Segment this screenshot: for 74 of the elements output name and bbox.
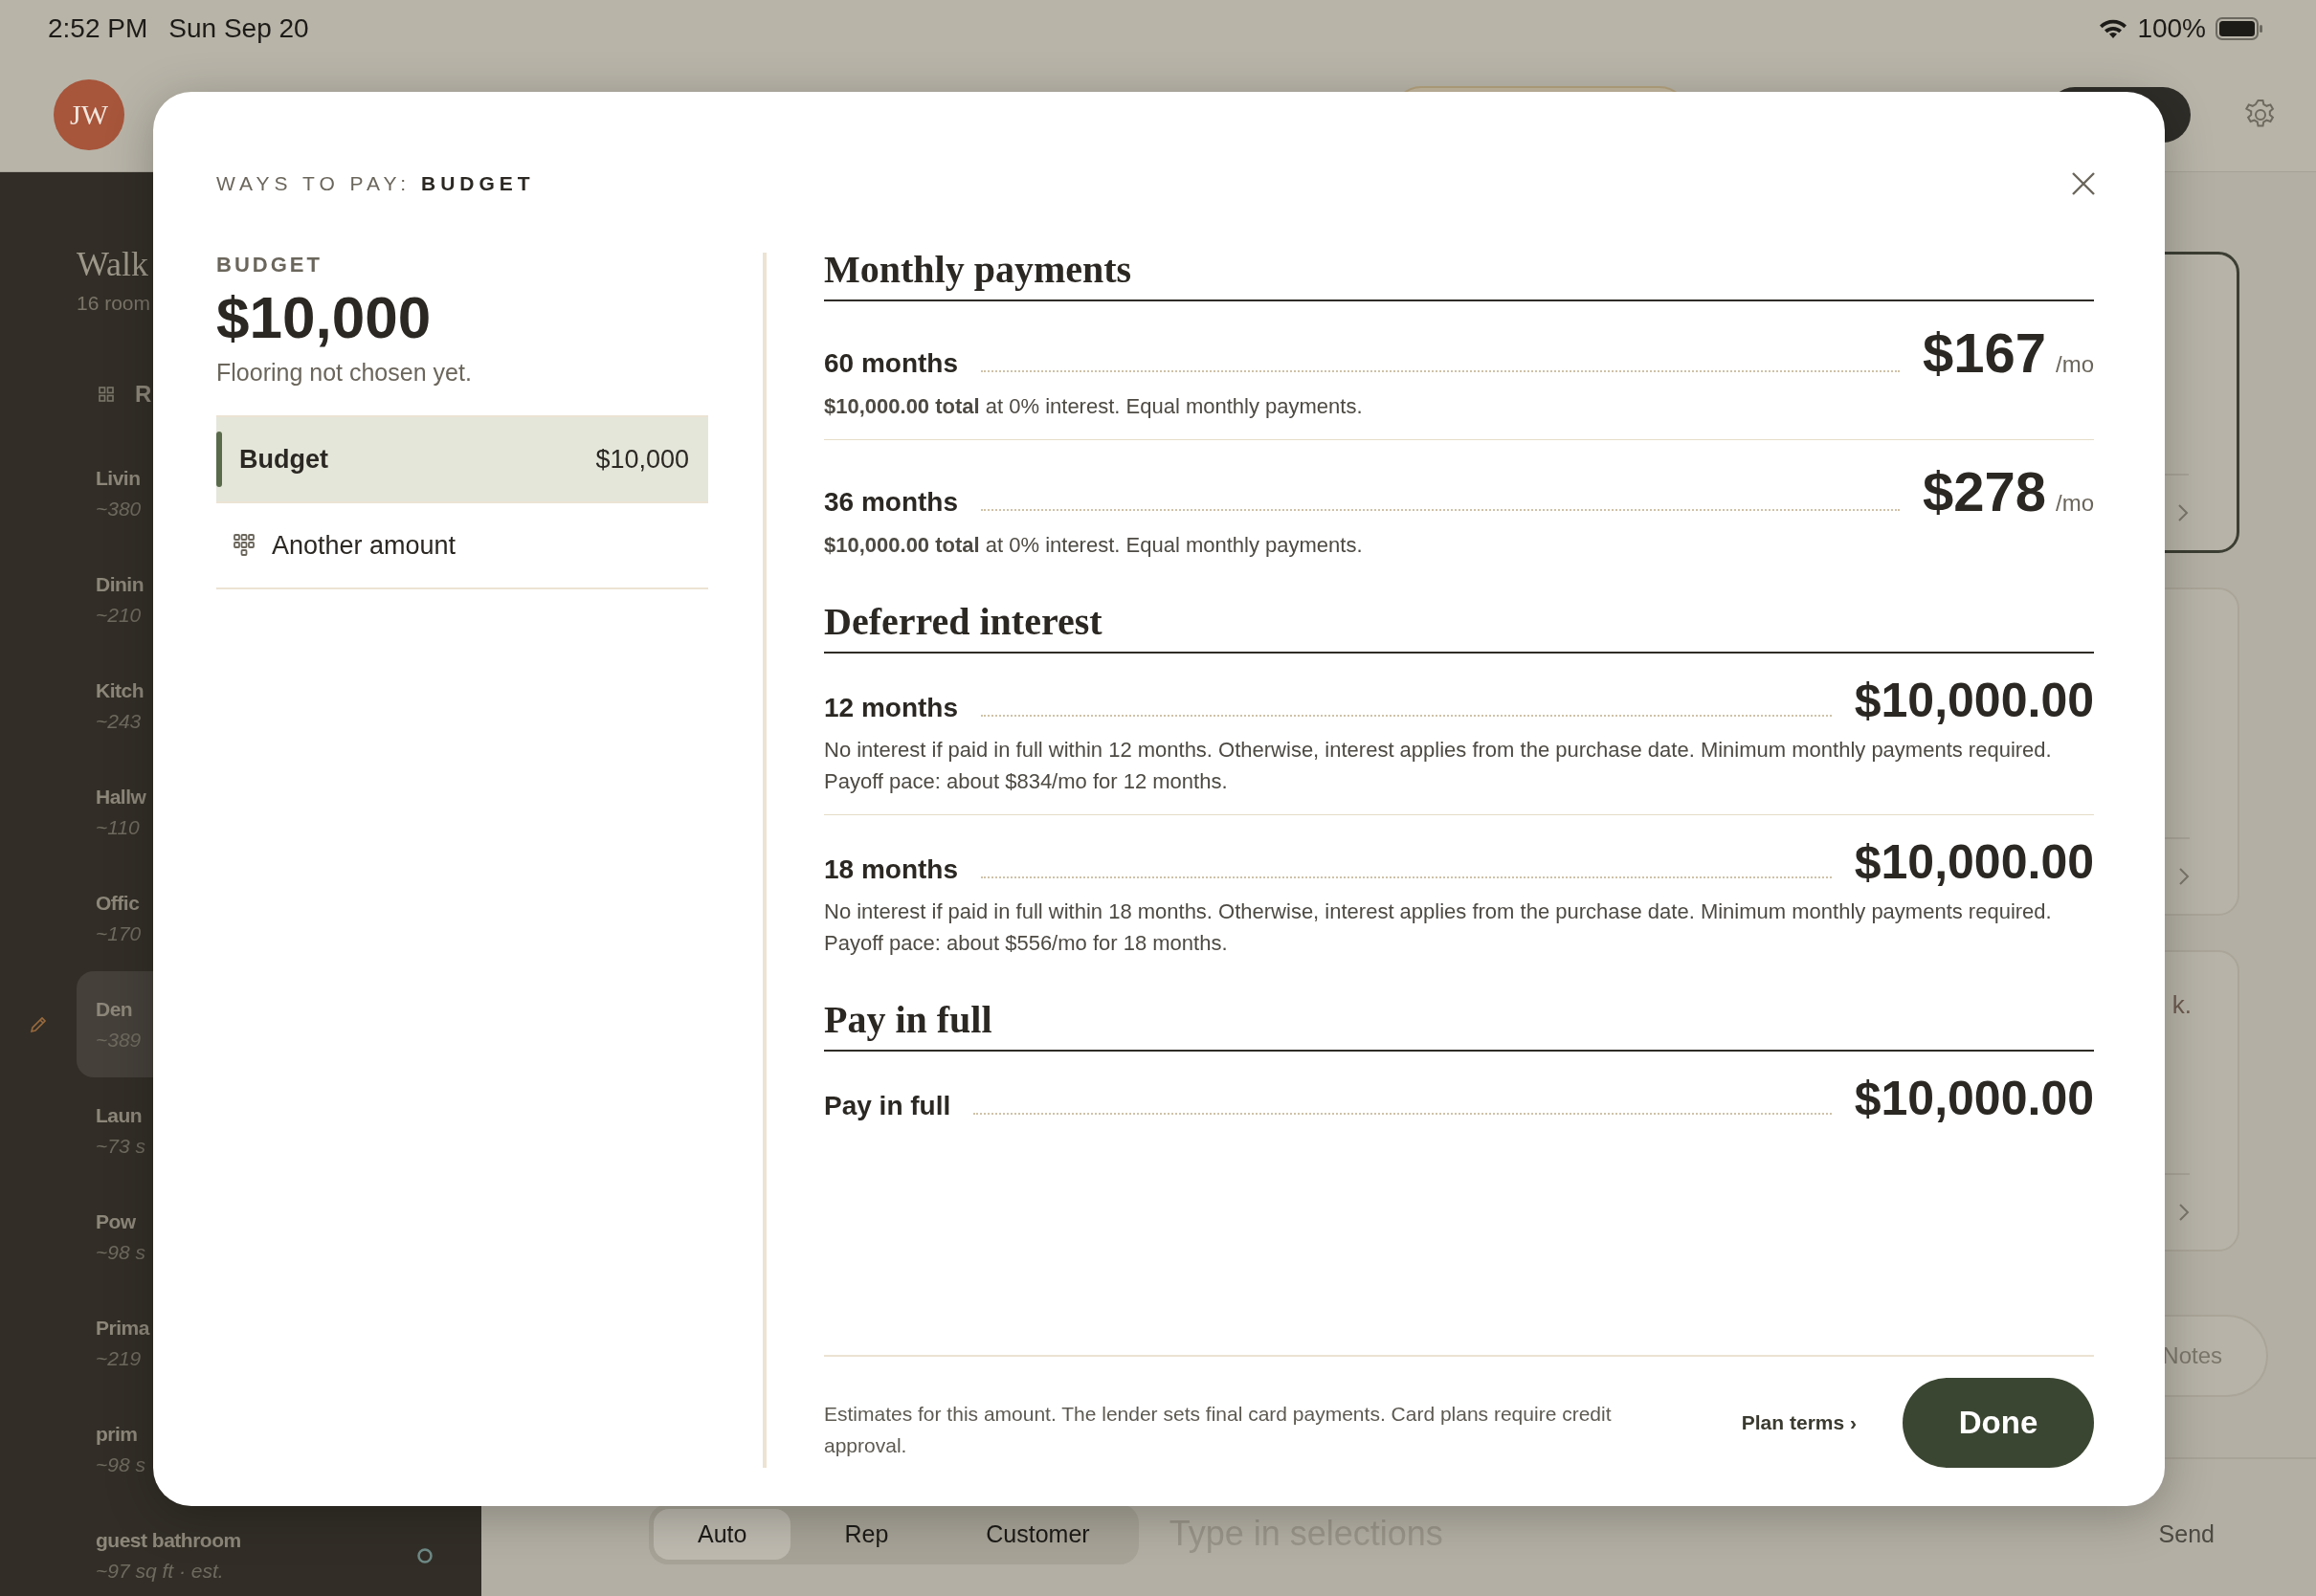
mode-switch[interactable]: Auto Rep Customer xyxy=(649,1503,1139,1564)
plan-amount: $10,000.00 xyxy=(1854,673,2094,728)
budget-amount: $10,000 xyxy=(216,283,433,351)
room-area: ~73 s xyxy=(96,1134,145,1158)
card-text: k. xyxy=(2171,990,2192,1019)
room-name: Laun xyxy=(96,1103,143,1127)
wifi-icon xyxy=(2099,18,2128,39)
room-item[interactable]: guest bathroom ~97 sq ft · est. xyxy=(77,1502,458,1596)
plan-amount: $167 xyxy=(1922,321,2046,385)
plan-amount: $278 xyxy=(1922,459,2046,523)
room-area: ~110 xyxy=(96,815,140,839)
plan-description: $10,000.00 total at 0% interest. Equal monthly payments. xyxy=(824,393,1364,420)
section-heading: Pay in full xyxy=(824,997,2094,1052)
project-subtitle: 16 room xyxy=(77,292,151,315)
plan-amount: $10,000.00 xyxy=(1854,1071,2094,1126)
plan-term: 60 months xyxy=(824,348,959,379)
avatar[interactable]: JW xyxy=(54,78,124,150)
section-heading: Deferred interest xyxy=(824,599,2094,654)
disclaimer-text: Estimates for this amount. The lender sets final card payments. Card plans require credit approval. xyxy=(824,1402,1613,1458)
room-area: ~98 s xyxy=(96,1452,145,1476)
chevron-icon xyxy=(2178,867,2190,886)
section-heading: Monthly payments xyxy=(824,247,2094,301)
room-area: ~210 xyxy=(96,603,142,627)
room-name: guest bathroom xyxy=(96,1528,241,1552)
plan-term: 12 months xyxy=(824,693,959,723)
room-area: ~380 xyxy=(96,497,142,521)
plan-unit: /mo xyxy=(2056,490,2094,517)
room-name: Prima xyxy=(96,1316,149,1340)
mode-tab[interactable]: Rep xyxy=(800,1508,933,1560)
option-label: Budget xyxy=(239,444,329,475)
room-name: Den xyxy=(96,997,133,1021)
room-name: Kitch xyxy=(96,678,144,702)
plan-terms-link[interactable]: Plan terms › xyxy=(1741,1411,1857,1434)
amount-option[interactable]: Another amount xyxy=(216,503,708,589)
room-area: ~97 sq ft · est. xyxy=(96,1559,224,1583)
status-time: 2:52 PM xyxy=(48,13,148,44)
plan-amount: $10,000.00 xyxy=(1854,834,2094,890)
plan-description: $10,000.00 total at 0% interest. Equal monthly payments. xyxy=(824,532,1364,559)
plan-description: No interest if paid in full within 12 months. Otherwise, interest applies from the purchase date. Minimum monthly payments required. Payoff pace: about $834/mo for 12 months. xyxy=(824,737,2053,795)
chevron-icon xyxy=(2177,503,2189,522)
budget-note: Flooring not chosen yet. xyxy=(216,359,473,387)
battery-percent: 100% xyxy=(2137,13,2206,44)
room-name: Hallw xyxy=(96,785,146,809)
option-amount: $10,000 xyxy=(595,444,689,475)
send-button[interactable]: Send xyxy=(2152,1518,2220,1549)
project-title: Walk xyxy=(77,244,149,284)
room-name: Livin xyxy=(96,466,141,490)
plan-term: 36 months xyxy=(824,487,959,518)
keypad-icon xyxy=(234,534,255,557)
plan-unit: /mo xyxy=(2056,351,2094,378)
plan-term: 18 months xyxy=(824,854,959,885)
grid-icon xyxy=(99,387,114,402)
close-icon[interactable] xyxy=(2070,170,2097,197)
chevron-icon xyxy=(2178,1203,2190,1222)
done-button[interactable]: Done xyxy=(1903,1378,2094,1468)
room-name: prim xyxy=(96,1422,138,1446)
mode-tab[interactable]: Customer xyxy=(942,1508,1134,1560)
room-area: ~98 s xyxy=(96,1240,145,1264)
option-label: Another amount xyxy=(272,530,457,561)
dialog-title: WAYS TO PAY: BUDGET xyxy=(216,172,535,195)
section-label: R xyxy=(135,381,152,408)
battery-icon xyxy=(2216,17,2263,40)
plan-term: Pay in full xyxy=(824,1091,951,1121)
mode-tab[interactable]: Auto xyxy=(654,1508,791,1560)
budget-label: BUDGET xyxy=(216,253,323,277)
status-date: Sun Sep 20 xyxy=(168,13,309,44)
room-name: Dinin xyxy=(96,572,144,596)
room-area: ~170 xyxy=(96,921,142,945)
room-area: ~219 xyxy=(96,1346,142,1370)
room-name: Pow xyxy=(96,1209,136,1233)
room-name: Offic xyxy=(96,891,140,915)
room-area: ~243 xyxy=(96,709,142,733)
plan-description: No interest if paid in full within 18 months. Otherwise, interest applies from the purchase date. Minimum monthly payments required. Payoff pace: about $556/mo for 18 months. xyxy=(824,898,2053,957)
amount-option[interactable]: Budget $10,000 xyxy=(216,417,708,503)
